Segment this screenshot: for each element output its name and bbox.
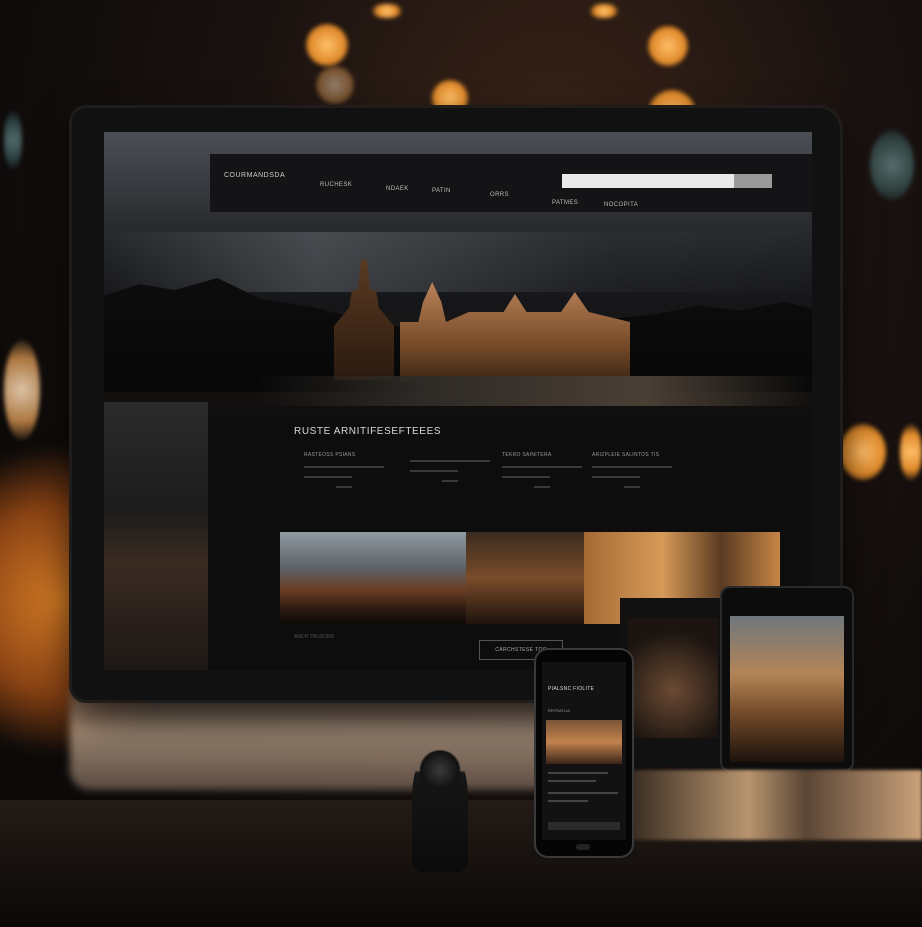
text-line [592, 476, 640, 478]
bokeh-light [840, 424, 886, 480]
nav-item[interactable]: ORRS [490, 192, 509, 198]
column-heading: TEKRO SAINITERA [502, 452, 552, 458]
laptop-base [632, 770, 922, 840]
tablet-device [620, 598, 720, 766]
text-line [624, 486, 640, 488]
figurine [412, 748, 468, 872]
text-line [534, 486, 550, 488]
phone-button[interactable] [548, 822, 620, 830]
content-column: TEKRO SAINITERA [502, 452, 582, 488]
content-column: ARIZPLEIE SALINTOS TIS [592, 452, 672, 488]
gallery-caption: ANCH TRUSONS [294, 634, 334, 640]
site-navbar: COURMANDSDA RUCHESK NDAEK PATIN ORRS PAT… [210, 154, 812, 212]
phone-hero-image [546, 720, 622, 764]
text-line [592, 466, 672, 468]
side-image-panel [104, 402, 208, 670]
bokeh-light [372, 4, 402, 18]
phone-home-indicator [576, 844, 590, 850]
text-line [548, 772, 608, 774]
gallery-image[interactable] [280, 532, 466, 624]
text-line [410, 470, 458, 472]
text-line [502, 476, 550, 478]
bokeh-light [590, 4, 618, 18]
nav-item[interactable]: RUCHESK [320, 182, 352, 188]
content-column: RASTEOSS PSIANS [304, 452, 384, 488]
nav-item[interactable]: PATIN [432, 188, 451, 194]
content-column [410, 452, 490, 482]
nav-item[interactable]: PATMES [552, 200, 578, 206]
photo-scene: COURMANDSDA RUCHESK NDAEK PATIN ORRS PAT… [0, 0, 922, 927]
bokeh-light [316, 66, 354, 104]
nav-item[interactable]: NDAEK [386, 186, 409, 192]
text-line [410, 460, 490, 462]
smartphone: PIALSNC FIOLITE RRTRATLIA [536, 650, 632, 856]
text-line [502, 466, 582, 468]
search-button[interactable] [734, 174, 772, 188]
text-line [304, 466, 384, 468]
bokeh-light [900, 424, 922, 480]
column-heading: RASTEOSS PSIANS [304, 452, 356, 458]
gallery-image[interactable] [466, 532, 584, 624]
phone-site-subtitle: RRTRATLIA [548, 708, 570, 713]
phone-screen: PIALSNC FIOLITE RRTRATLIA [542, 662, 626, 840]
hero-road [254, 376, 812, 406]
section-title: RUSTE ARNITIFESEFTEEES [294, 426, 442, 437]
text-line [548, 792, 618, 794]
tablet-screen [628, 618, 718, 738]
bokeh-light [4, 110, 22, 170]
site-brand[interactable]: COURMANDSDA [224, 172, 285, 179]
bokeh-light [4, 340, 40, 440]
text-line [442, 480, 458, 482]
text-line [548, 800, 588, 802]
hero-castle [400, 282, 630, 382]
tablet-device [722, 588, 852, 770]
bokeh-light [306, 24, 348, 66]
phone-site-title: PIALSNC FIOLITE [548, 686, 595, 692]
bokeh-light [870, 130, 914, 200]
tablet-screen [730, 616, 844, 762]
monitor-stand [70, 690, 590, 790]
text-line [336, 486, 352, 488]
text-line [548, 780, 596, 782]
monitor-screen: COURMANDSDA RUCHESK NDAEK PATIN ORRS PAT… [104, 132, 812, 670]
bokeh-light [648, 26, 688, 66]
column-heading: ARIZPLEIE SALINTOS TIS [592, 452, 660, 458]
nav-item[interactable]: NOCOPITA [604, 202, 638, 208]
text-line [304, 476, 352, 478]
